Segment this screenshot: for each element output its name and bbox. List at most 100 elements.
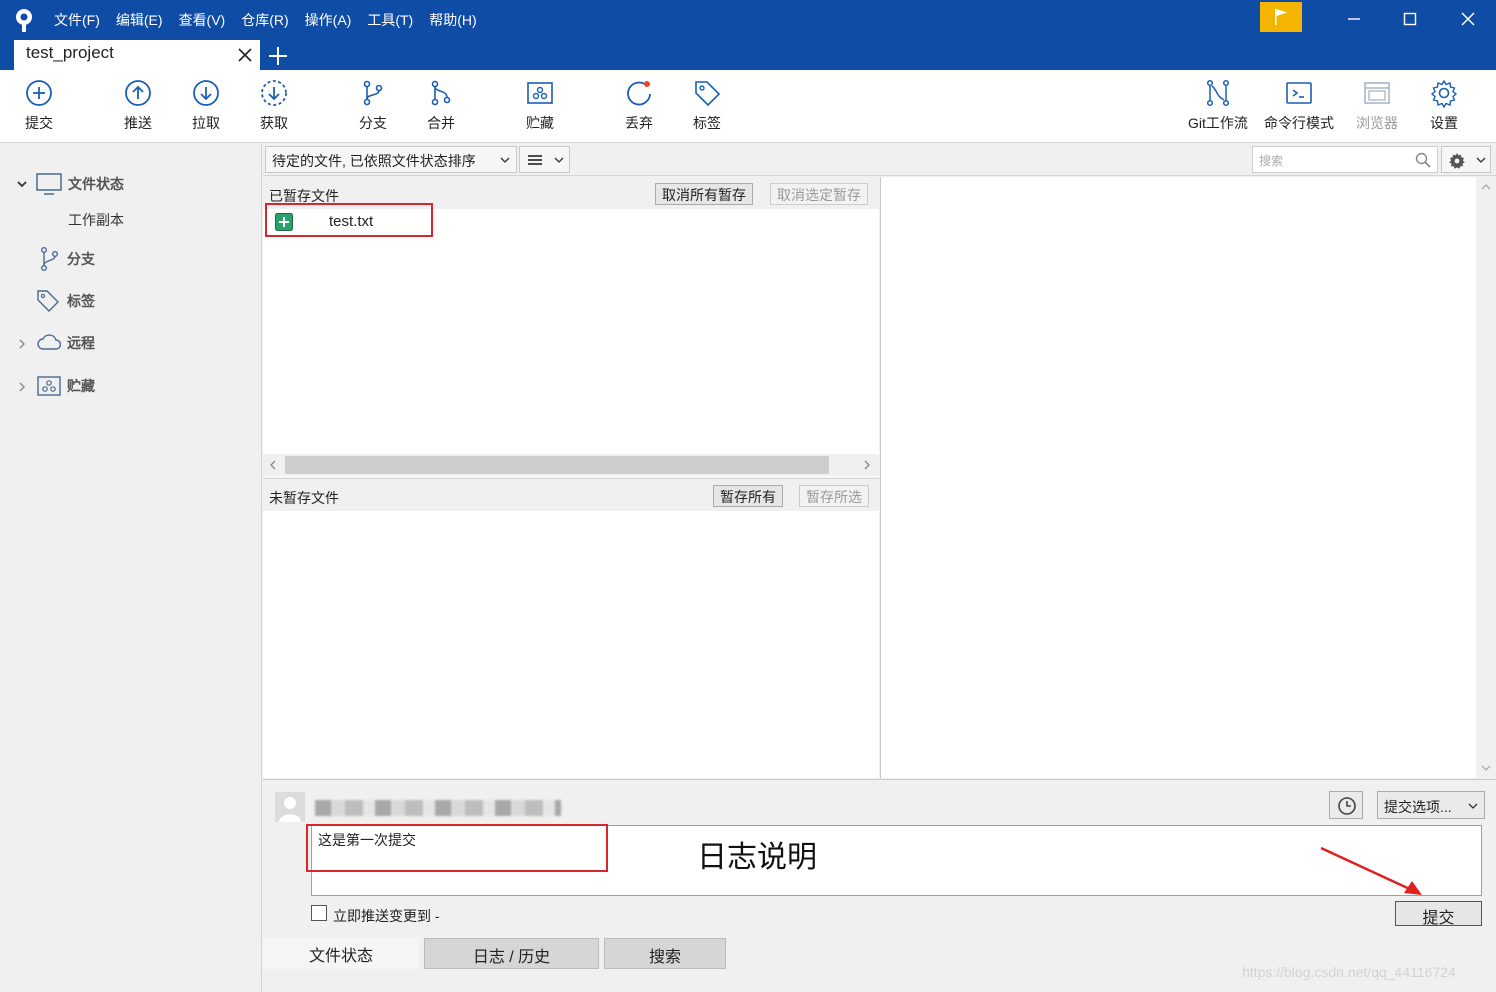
sort-mode-dropdown[interactable]: 待定的文件, 已依照文件状态排序: [265, 146, 517, 173]
fetch-toolbar-label: 获取: [260, 115, 288, 131]
sidebar-item-file-status[interactable]: 文件状态: [36, 172, 124, 196]
pull-arrow-down-icon: [193, 80, 219, 106]
terminal-toolbar-label: 命令行模式: [1264, 115, 1334, 131]
chevron-down-icon[interactable]: [16, 178, 28, 190]
menu-repository[interactable]: 仓库(R): [233, 0, 296, 40]
staged-horizontal-scrollbar[interactable]: [263, 454, 879, 476]
stage-selected-button[interactable]: 暂存所选: [799, 485, 869, 507]
chevron-right-icon[interactable]: [16, 381, 28, 393]
minimize-icon: [1348, 18, 1360, 20]
sort-mode-value: 待定的文件, 已依照文件状态排序: [272, 153, 476, 169]
staged-files-panel: 已暂存文件 取消所有暂存 取消选定暂存 test.txt: [263, 177, 879, 477]
sidebar-item-tags[interactable]: 标签: [36, 289, 95, 313]
scroll-up-icon[interactable]: [1481, 183, 1491, 191]
tab-log-history[interactable]: 日志 / 历史: [424, 938, 599, 969]
tag-toolbar-button[interactable]: 标签: [672, 78, 742, 138]
terminal-icon: [1286, 82, 1312, 104]
menu-file[interactable]: 文件(F): [46, 0, 108, 40]
menu-help[interactable]: 帮助(H): [421, 0, 484, 40]
scroll-right-icon[interactable]: [863, 460, 871, 470]
staged-file-row[interactable]: test.txt: [265, 203, 433, 237]
discard-toolbar-button[interactable]: 丢弃: [604, 78, 674, 138]
stash-toolbar-button[interactable]: 贮藏: [505, 78, 575, 138]
commit-history-button[interactable]: [1329, 791, 1363, 819]
fetch-arrow-down-dashed-icon: [261, 80, 287, 106]
stash-box-icon: [527, 82, 553, 104]
commit-options-label: 提交选项...: [1384, 799, 1452, 815]
clock-icon: [1338, 797, 1356, 815]
commit-toolbar-button[interactable]: 提交: [4, 78, 74, 138]
stash-box-icon: [37, 376, 61, 396]
branch-toolbar-button[interactable]: 分支: [338, 78, 408, 138]
repo-tab-title: test_project: [26, 43, 114, 62]
pull-toolbar-button[interactable]: 拉取: [171, 78, 241, 138]
unstaged-files-title: 未暂存文件: [269, 490, 339, 506]
chevron-right-icon[interactable]: [16, 338, 28, 350]
author-name-redacted: [315, 800, 561, 816]
flag-icon: [1275, 9, 1287, 25]
gitflow-toolbar-button[interactable]: Git工作流: [1183, 78, 1253, 138]
new-tab-plus-icon[interactable]: [266, 44, 290, 68]
annotation-log-description: 日志说明: [697, 841, 817, 874]
tab-file-status[interactable]: 文件状态: [263, 938, 419, 969]
scroll-down-icon[interactable]: [1481, 764, 1491, 772]
merge-toolbar-button[interactable]: 合并: [406, 78, 476, 138]
merge-icon: [431, 80, 451, 106]
push-toolbar-label: 推送: [124, 115, 152, 131]
push-immediately-label: 立即推送变更到 -: [333, 908, 440, 924]
annotation-arrow-icon: [1320, 846, 1422, 895]
stash-toolbar-label: 贮藏: [526, 115, 554, 131]
options-gear-dropdown[interactable]: [1441, 146, 1491, 173]
close-tab-icon[interactable]: [236, 46, 254, 64]
push-immediately-checkbox[interactable]: [311, 905, 327, 921]
chevron-down-icon: [500, 157, 510, 163]
monitor-icon: [36, 173, 62, 195]
close-window-button[interactable]: [1440, 0, 1496, 38]
terminal-toolbar-button[interactable]: 命令行模式: [1264, 78, 1334, 138]
gitflow-icon: [1206, 79, 1230, 107]
user-avatar-icon: [279, 797, 301, 822]
merge-toolbar-label: 合并: [427, 115, 455, 131]
minimize-button[interactable]: [1326, 0, 1382, 38]
scrollbar-thumb[interactable]: [285, 456, 829, 474]
stage-all-button[interactable]: 暂存所有: [713, 485, 783, 507]
browser-toolbar-label: 浏览器: [1356, 115, 1398, 131]
sidebar-item-working-copy[interactable]: 工作副本: [68, 210, 124, 230]
browser-toolbar-button[interactable]: 浏览器: [1342, 78, 1412, 138]
sidebar-item-label: 标签: [67, 293, 95, 309]
unstage-selected-button[interactable]: 取消选定暂存: [770, 183, 868, 205]
file-filter-bar: 待定的文件, 已依照文件状态排序 搜索: [263, 144, 1496, 176]
file-added-icon: [275, 213, 293, 231]
author-avatar: [275, 792, 305, 822]
scroll-left-icon[interactable]: [269, 460, 277, 470]
commit-options-dropdown[interactable]: 提交选项...: [1377, 791, 1485, 819]
settings-toolbar-button[interactable]: 设置: [1409, 78, 1479, 138]
search-input[interactable]: 搜索: [1252, 146, 1438, 173]
maximize-button[interactable]: [1382, 0, 1438, 38]
unstage-all-button[interactable]: 取消所有暂存: [655, 183, 753, 205]
menu-edit[interactable]: 编辑(E): [108, 0, 171, 40]
sidebar-item-stashes[interactable]: 贮藏: [37, 375, 95, 397]
notification-flag-button[interactable]: [1260, 2, 1302, 32]
diff-vertical-scrollbar[interactable]: [1476, 177, 1496, 778]
pull-toolbar-label: 拉取: [192, 115, 220, 131]
commit-plus-icon: [26, 80, 52, 106]
chevron-down-icon: [1468, 803, 1478, 809]
tab-search[interactable]: 搜索: [604, 938, 726, 969]
menu-actions[interactable]: 操作(A): [297, 0, 360, 40]
sourcetree-logo-icon: [16, 9, 32, 32]
view-mode-dropdown[interactable]: [519, 146, 570, 173]
sidebar-item-branches[interactable]: 分支: [38, 246, 95, 272]
branch-icon: [363, 80, 383, 106]
title-bar: 文件(F) 编辑(E) 查看(V) 仓库(R) 操作(A) 工具(T) 帮助(H…: [0, 0, 1496, 40]
repo-tab[interactable]: test_project: [14, 40, 260, 70]
push-toolbar-button[interactable]: 推送: [103, 78, 173, 138]
menu-view[interactable]: 查看(V): [171, 0, 234, 40]
staged-file-name: test.txt: [329, 213, 374, 230]
push-arrow-up-icon: [125, 80, 151, 106]
sidebar-item-remotes[interactable]: 远程: [37, 333, 95, 353]
menu-tools[interactable]: 工具(T): [359, 0, 421, 40]
watermark-text: https://blog.csdn.net/qq_44116724: [1242, 964, 1456, 980]
commit-button[interactable]: 提交: [1395, 901, 1482, 927]
fetch-toolbar-button[interactable]: 获取: [239, 78, 309, 138]
